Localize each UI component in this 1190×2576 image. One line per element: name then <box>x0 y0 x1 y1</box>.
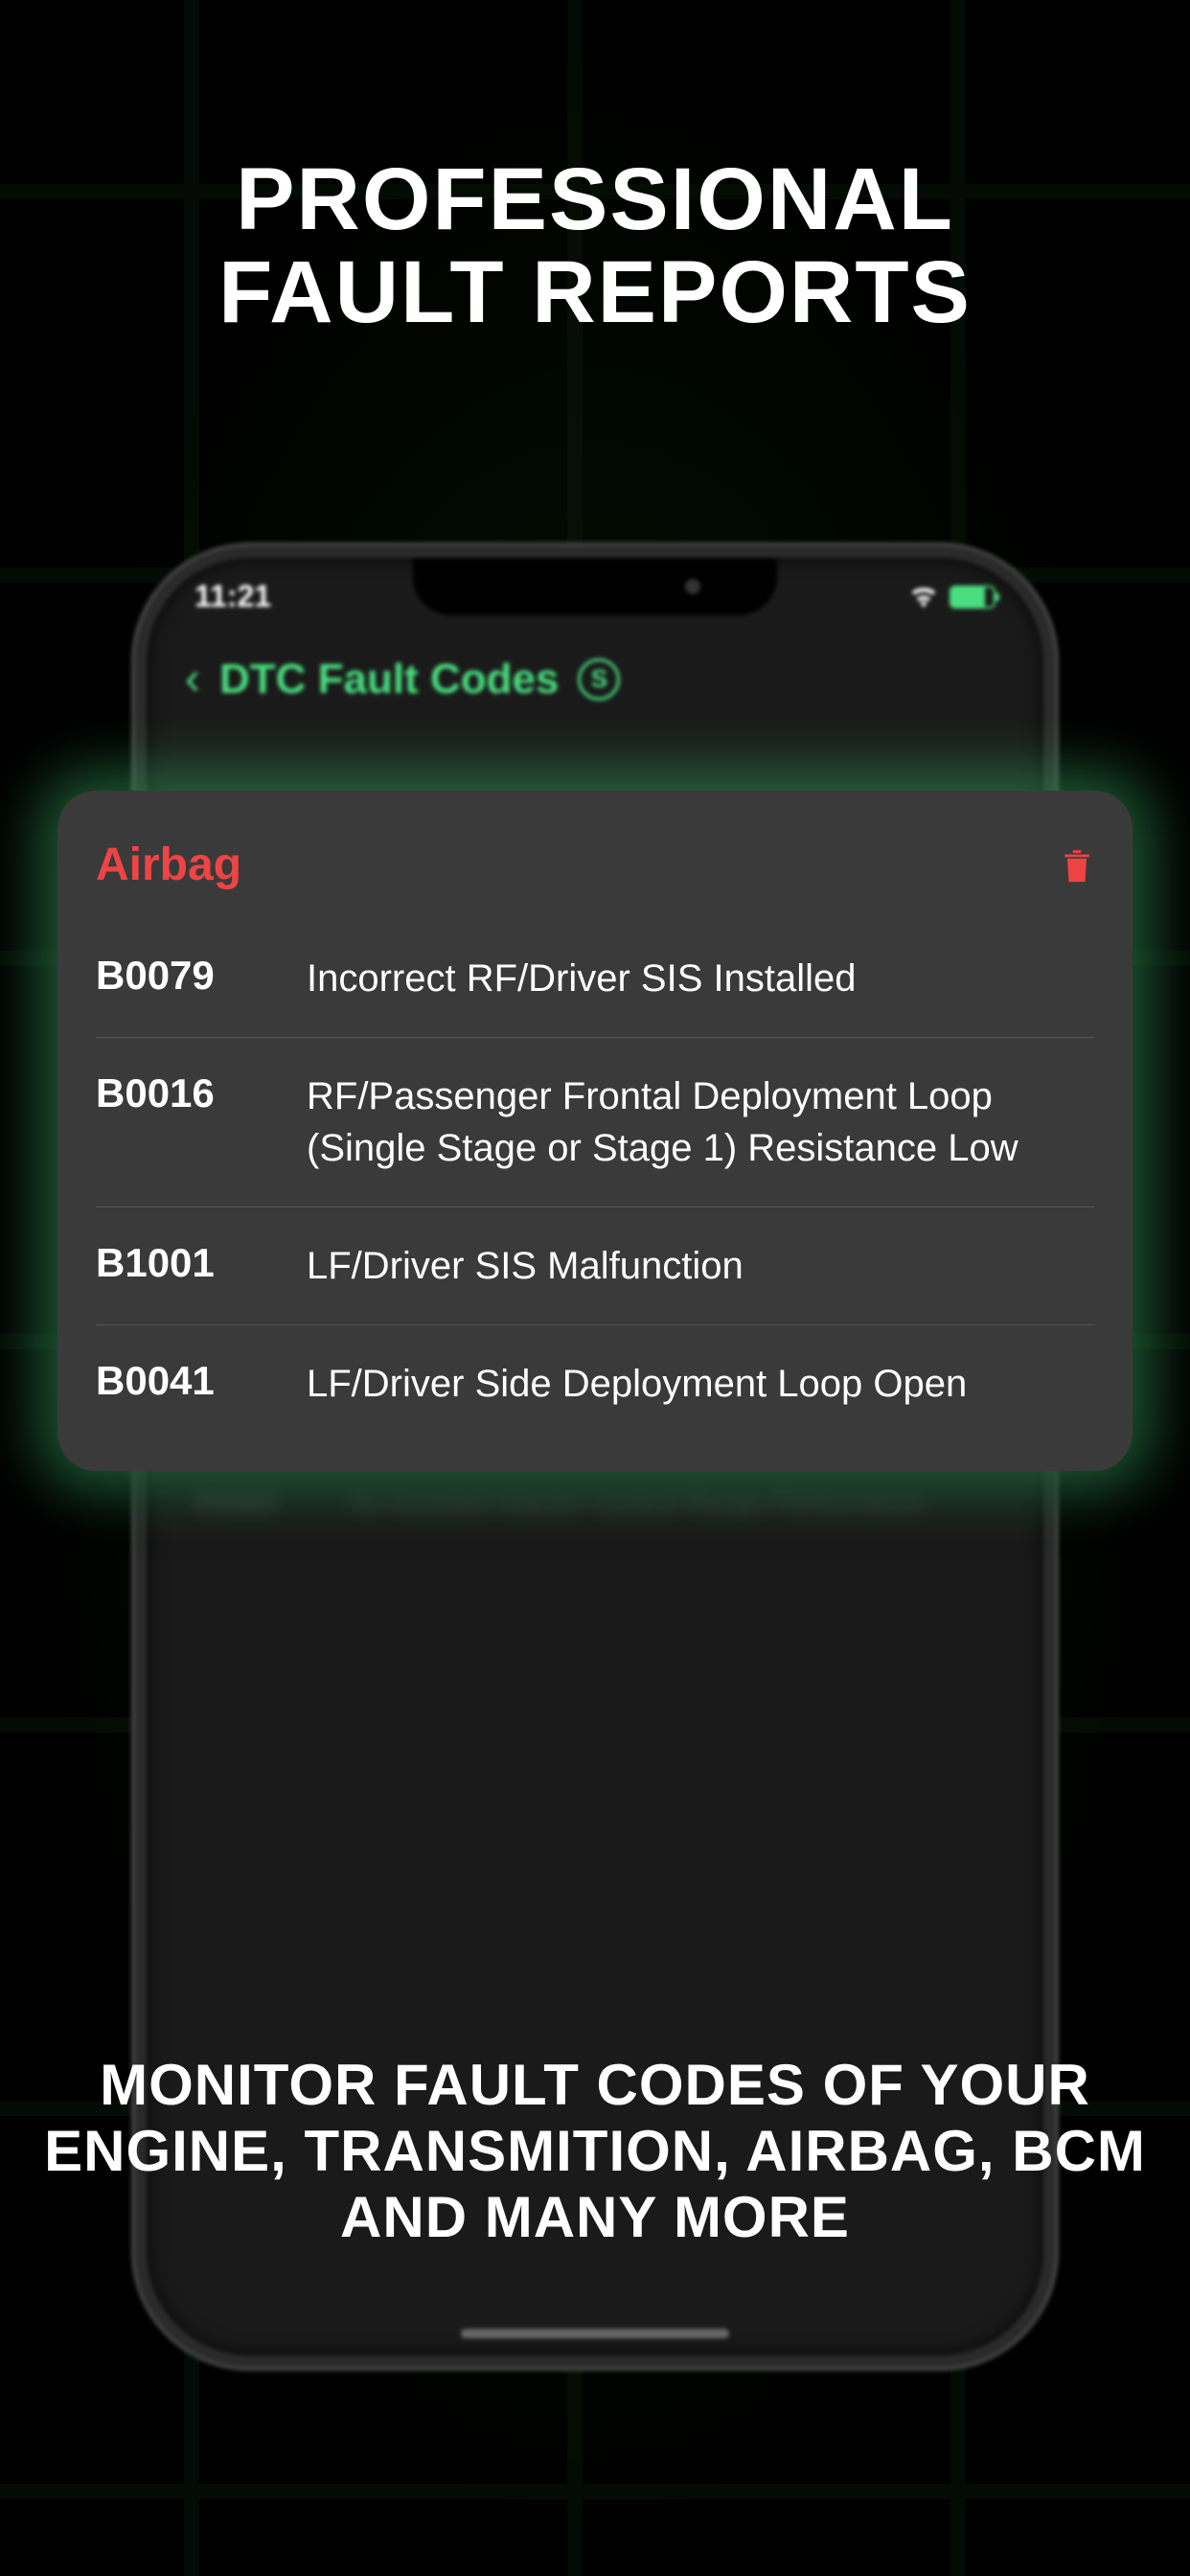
fault-code: P0065 <box>195 1487 319 1520</box>
marketing-subtitle: MONITOR FAULT CODES OF YOUR ENGINE, TRAN… <box>38 2052 1152 2250</box>
fault-description: LF/Driver Side Deployment Loop Open <box>307 1358 1094 1410</box>
fault-row[interactable]: P0065 Air Assisted Injector Control Rang… <box>195 1464 995 1543</box>
section-title-airbag: Airbag <box>96 839 241 891</box>
wifi-icon <box>909 586 938 608</box>
fault-row[interactable]: B0016 RF/Passenger Frontal Deployment Lo… <box>96 1038 1094 1208</box>
navigation-bar: ‹ DTC Fault Codes S <box>147 624 1043 734</box>
fault-code: B0016 <box>96 1070 268 1116</box>
s-badge-icon[interactable]: S <box>578 658 620 701</box>
status-indicators <box>909 586 995 609</box>
fault-code: B1001 <box>96 1240 268 1286</box>
fault-code: B0041 <box>96 1358 268 1404</box>
status-time: 11:21 <box>195 579 271 614</box>
fault-description: Air Assisted Injector Control Range Perf… <box>348 1487 925 1520</box>
trash-icon[interactable] <box>1060 846 1094 885</box>
fault-row[interactable]: B1001 LF/Driver SIS Malfunction <box>96 1208 1094 1325</box>
page-title: DTC Fault Codes <box>219 656 559 703</box>
back-chevron-icon[interactable]: ‹ <box>185 653 200 705</box>
home-indicator[interactable] <box>461 2329 729 2338</box>
fault-code: B0079 <box>96 953 268 999</box>
card-header: Airbag <box>96 839 1094 891</box>
headline-line-1: PROFESSIONAL <box>0 153 1190 246</box>
headline-line-2: FAULT REPORTS <box>0 246 1190 339</box>
fault-description: Incorrect RF/Driver SIS Installed <box>307 953 1094 1004</box>
fault-row[interactable]: B0079 Incorrect RF/Driver SIS Installed <box>96 920 1094 1038</box>
fault-row[interactable]: B0041 LF/Driver Side Deployment Loop Ope… <box>96 1325 1094 1442</box>
marketing-headline: PROFESSIONAL FAULT REPORTS <box>0 153 1190 338</box>
fault-description: RF/Passenger Frontal Deployment Loop (Si… <box>307 1070 1094 1174</box>
fault-description: LF/Driver SIS Malfunction <box>307 1240 1094 1292</box>
phone-notch <box>413 558 777 615</box>
airbag-fault-card: Airbag B0079 Incorrect RF/Driver SIS Ins… <box>57 791 1133 1471</box>
battery-icon <box>950 586 995 609</box>
